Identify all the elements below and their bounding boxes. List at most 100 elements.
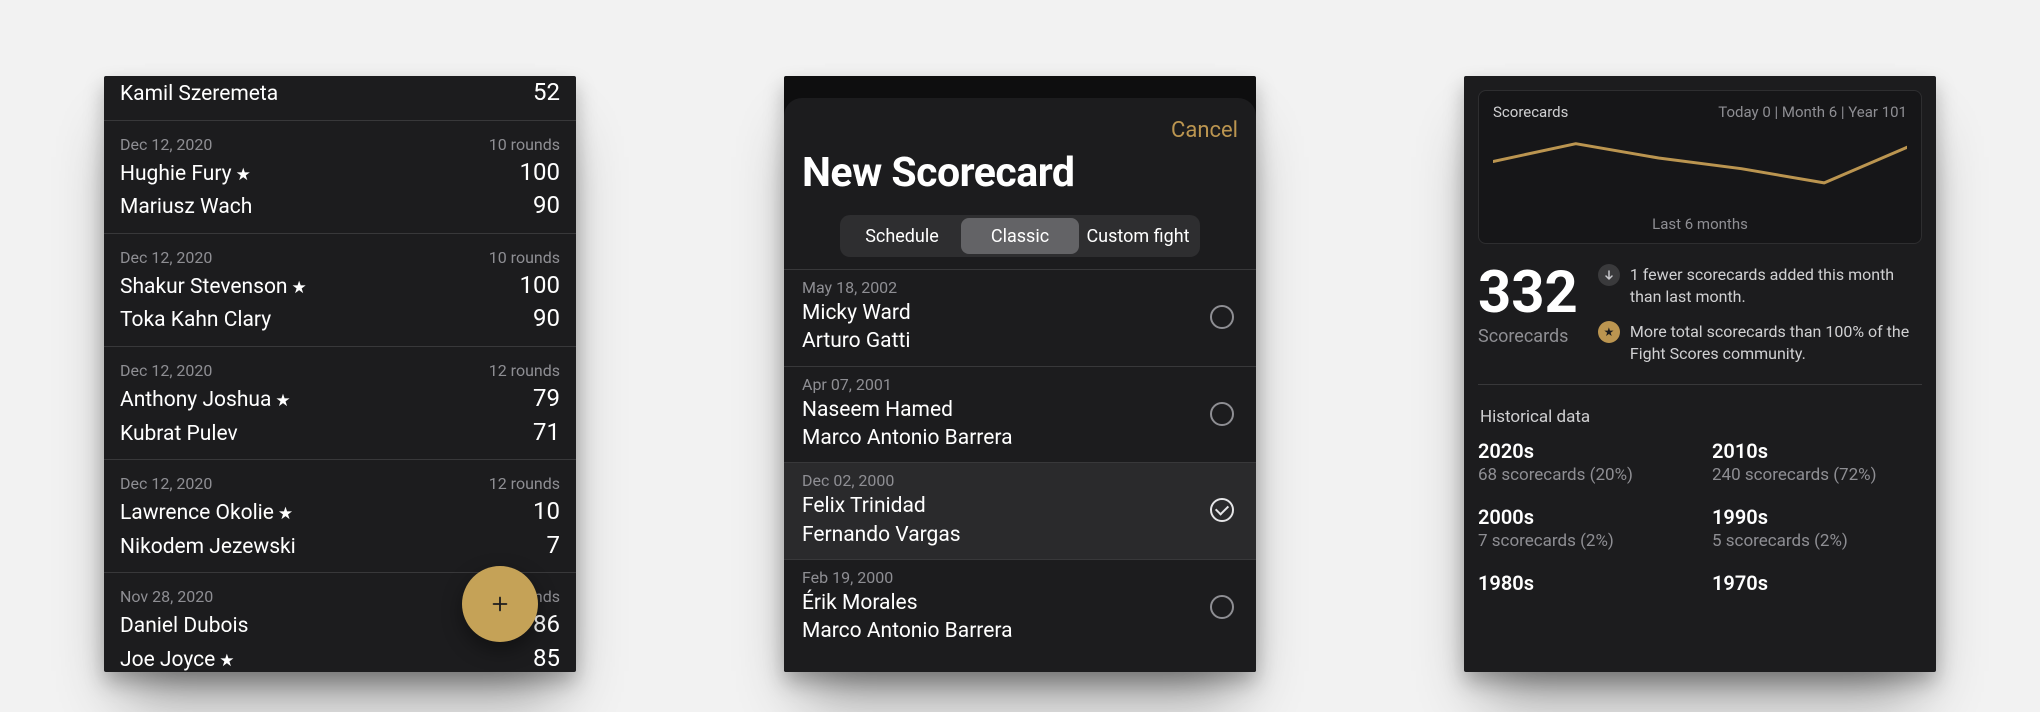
star-icon: ★ xyxy=(278,504,293,524)
fighter-score: 85 xyxy=(533,642,560,672)
fighter-score: 7 xyxy=(547,529,561,563)
rounds-label: 12 rounds xyxy=(489,474,560,493)
fighter-name: Arturo Gatti xyxy=(802,327,1210,355)
decade-cell[interactable]: 1970s xyxy=(1712,571,1922,597)
decade-title: 2020s xyxy=(1478,439,1688,463)
chart-meta: Today 0 | Month 6 | Year 101 xyxy=(1718,103,1907,121)
arrow-down-icon xyxy=(1598,264,1620,286)
fighter-name: Mariusz Wach xyxy=(120,193,252,222)
fight-date: Dec 12, 2020 xyxy=(120,135,212,154)
fighter-name: Anthony Joshua★ xyxy=(120,386,291,415)
scorecards-chart-card: Scorecards Today 0 | Month 6 | Year 101 … xyxy=(1478,90,1922,244)
scorecard-row[interactable]: Kamil Szeremeta 52 xyxy=(104,76,576,121)
decade-cell[interactable]: 2010s240 scorecards (72%) xyxy=(1712,439,1922,485)
new-scorecard-sheet: Cancel New Scorecard ScheduleClassicCust… xyxy=(784,98,1256,672)
scorecards-list-screen: Kamil Szeremeta 52 Dec 12, 2020 10 rounds Hu… xyxy=(104,76,576,672)
decade-cell[interactable]: 2020s68 scorecards (20%) xyxy=(1478,439,1688,485)
insight-text: 1 fewer scorecards added this month than… xyxy=(1630,264,1922,307)
rounds-label: 12 rounds xyxy=(489,361,560,380)
radio-icon[interactable] xyxy=(1210,595,1234,619)
scorecard-row[interactable]: Dec 12, 2020 12 rounds Anthony Joshua★ 79 Ku… xyxy=(104,347,576,460)
fighter-name: Felix Trinidad xyxy=(802,492,1210,520)
decade-title: 1990s xyxy=(1712,505,1922,529)
fighter-name: Fernando Vargas xyxy=(802,521,1210,549)
rounds-label: 10 rounds xyxy=(489,135,560,154)
chart-caption: Last 6 months xyxy=(1493,215,1907,233)
total-scorecards-number: 332 xyxy=(1478,264,1578,322)
fight-date: Nov 28, 2020 xyxy=(120,587,213,606)
classic-fight-row[interactable]: Dec 02, 2000 Felix TrinidadFernando Varga… xyxy=(784,462,1256,559)
sheet-title: New Scorecard xyxy=(784,145,1256,215)
scorecard-row[interactable]: Dec 12, 2020 12 rounds Lawrence Okolie★ 10 N… xyxy=(104,460,576,573)
decade-subtitle: 5 scorecards (2%) xyxy=(1712,531,1922,551)
plus-icon xyxy=(489,593,511,615)
fighter-score: 52 xyxy=(533,76,560,110)
radio-icon[interactable] xyxy=(1210,402,1234,426)
star-icon: ★ xyxy=(1598,321,1620,343)
fighter-score: 71 xyxy=(533,416,560,450)
segment-custom-fight[interactable]: Custom fight xyxy=(1079,218,1197,254)
fight-date: May 18, 2002 xyxy=(802,278,1210,297)
fight-date: Apr 07, 2001 xyxy=(802,375,1210,394)
fighter-score: 86 xyxy=(533,608,560,642)
fight-date: Dec 12, 2020 xyxy=(120,248,212,267)
decade-subtitle: 68 scorecards (20%) xyxy=(1478,465,1688,485)
fight-date: Dec 12, 2020 xyxy=(120,474,212,493)
radio-icon[interactable] xyxy=(1210,305,1234,329)
classic-fight-row[interactable]: Feb 19, 2000Érik MoralesMarco Antonio Ba… xyxy=(784,559,1256,656)
add-scorecard-fab[interactable] xyxy=(462,566,538,642)
fighter-score: 100 xyxy=(520,269,560,303)
historical-data-label: Historical data xyxy=(1480,407,1922,427)
rounds-label: 10 rounds xyxy=(489,248,560,267)
decade-title: 1970s xyxy=(1712,571,1922,595)
fighter-name: Kamil Szeremeta xyxy=(120,80,278,109)
insight-row: 1 fewer scorecards added this month than… xyxy=(1598,264,1922,307)
scorecard-row[interactable]: Dec 12, 2020 10 rounds Hughie Fury★ 100 Mari… xyxy=(104,121,576,234)
fighter-score: 90 xyxy=(533,189,560,223)
segment-schedule[interactable]: Schedule xyxy=(843,218,961,254)
fighter-name: Hughie Fury★ xyxy=(120,160,251,189)
decade-title: 2000s xyxy=(1478,505,1688,529)
decade-cell[interactable]: 2000s7 scorecards (2%) xyxy=(1478,505,1688,551)
star-icon: ★ xyxy=(219,651,234,671)
decade-cell[interactable]: 1980s xyxy=(1478,571,1688,597)
insight-row: ★ More total scorecards than 100% of the… xyxy=(1598,321,1922,364)
sparkline-chart xyxy=(1493,127,1907,205)
classic-fight-row[interactable]: Apr 07, 2001 Naseem HamedMarco Antonio Ba… xyxy=(784,366,1256,463)
decade-cell[interactable]: 1990s5 scorecards (2%) xyxy=(1712,505,1922,551)
fight-date: Dec 12, 2020 xyxy=(120,361,212,380)
fighter-name: Naseem Hamed xyxy=(802,396,1210,424)
fight-date: Dec 02, 2000 xyxy=(802,471,1210,490)
stats-screen: Scorecards Today 0 | Month 6 | Year 101 … xyxy=(1464,76,1936,672)
new-scorecard-screen: Cancel New Scorecard ScheduleClassicCust… xyxy=(784,76,1256,672)
fighter-name: Micky Ward xyxy=(802,299,1210,327)
fighter-score: 10 xyxy=(533,495,560,529)
star-icon: ★ xyxy=(236,165,251,185)
fighter-name: Marco Antonio Barrera xyxy=(802,617,1210,645)
fighter-name: Toka Kahn Clary xyxy=(120,306,271,335)
fighter-name: Nikodem Jezewski xyxy=(120,533,296,562)
fighter-name: Kubrat Pulev xyxy=(120,420,238,449)
fighter-name: Marco Antonio Barrera xyxy=(802,424,1210,452)
decade-title: 2010s xyxy=(1712,439,1922,463)
fighter-name: Daniel Dubois xyxy=(120,612,248,641)
fighter-name: Joe Joyce★ xyxy=(120,646,235,672)
segmented-control[interactable]: ScheduleClassicCustom fight xyxy=(840,215,1200,257)
fighter-name: Lawrence Okolie★ xyxy=(120,499,293,528)
scorecard-row[interactable]: Dec 12, 2020 10 rounds Shakur Stevenson★ 10… xyxy=(104,234,576,347)
classic-fight-row[interactable]: May 18, 2002 Micky WardArturo Gatti xyxy=(784,269,1256,366)
fighter-score: 79 xyxy=(533,382,560,416)
fight-date: Feb 19, 2000 xyxy=(802,568,1210,587)
cancel-button[interactable]: Cancel xyxy=(1171,118,1238,143)
fighter-score: 100 xyxy=(520,156,560,190)
total-scorecards-label: Scorecards xyxy=(1478,326,1578,347)
decade-subtitle: 240 scorecards (72%) xyxy=(1712,465,1922,485)
fighter-name: Shakur Stevenson★ xyxy=(120,273,307,302)
decade-title: 1980s xyxy=(1478,571,1688,595)
segment-classic[interactable]: Classic xyxy=(961,218,1079,254)
star-icon: ★ xyxy=(275,391,290,411)
radio-checked-icon[interactable] xyxy=(1210,498,1234,522)
fighter-score: 90 xyxy=(533,302,560,336)
insight-text: More total scorecards than 100% of the F… xyxy=(1630,321,1922,364)
chart-title: Scorecards xyxy=(1493,103,1568,121)
